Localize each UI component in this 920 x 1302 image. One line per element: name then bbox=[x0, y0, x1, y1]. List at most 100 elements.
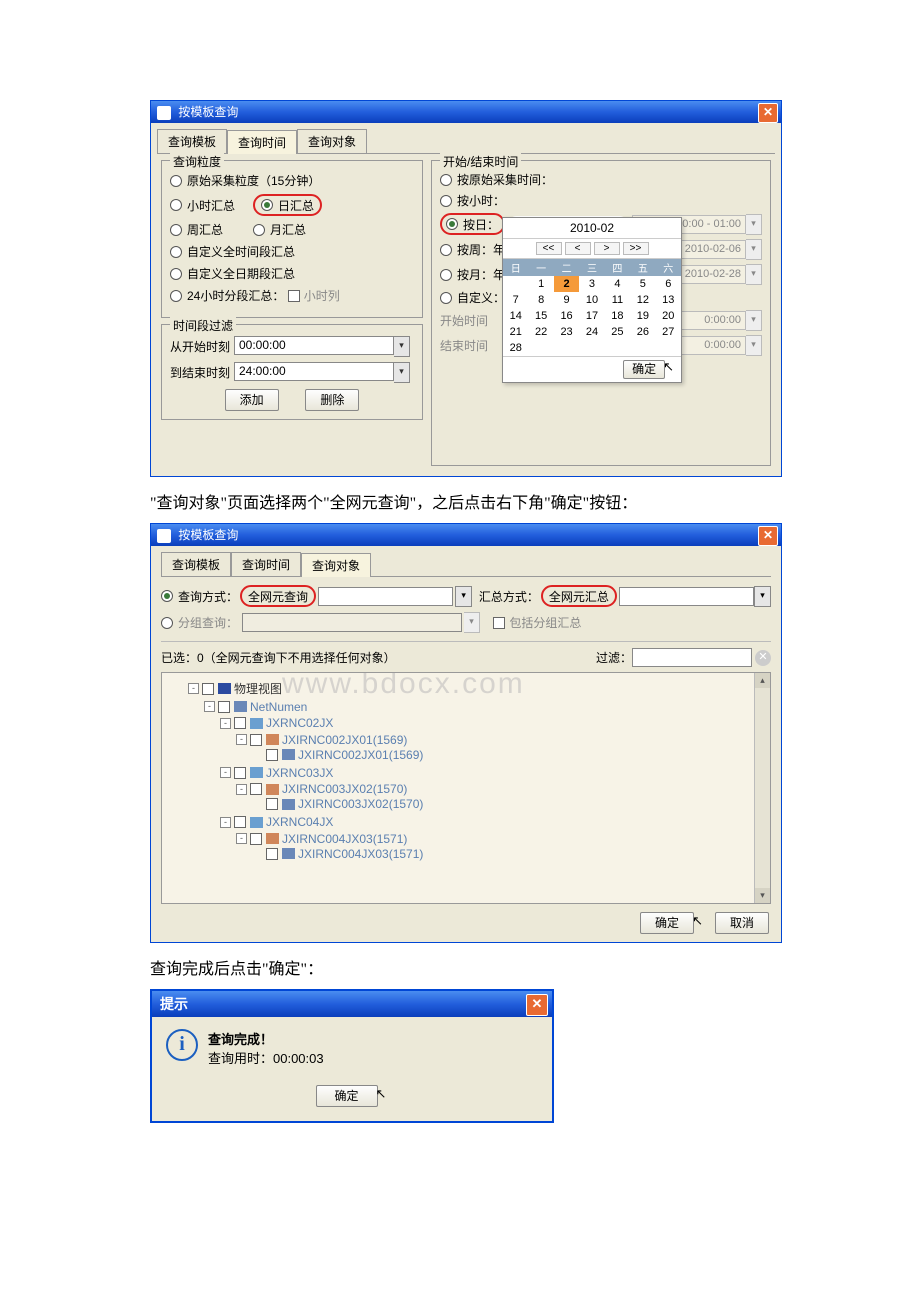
radio-by-hour[interactable] bbox=[440, 195, 452, 207]
tree-checkbox[interactable] bbox=[250, 783, 262, 795]
tree-checkbox[interactable] bbox=[234, 717, 246, 729]
calendar-next-button[interactable]: > bbox=[594, 242, 620, 255]
calendar-day-cell[interactable]: 20 bbox=[656, 308, 681, 324]
radio-custom[interactable] bbox=[440, 292, 452, 304]
calendar-last-button[interactable]: >> bbox=[623, 242, 649, 255]
tree-checkbox[interactable] bbox=[202, 683, 214, 695]
tree-node[interactable]: JXIRNC004JX03(1571) bbox=[298, 847, 423, 861]
calendar-day-cell[interactable]: 23 bbox=[554, 324, 579, 340]
to-dropdown-icon[interactable]: ▾ bbox=[394, 362, 410, 383]
calendar-day-cell[interactable]: 11 bbox=[605, 292, 630, 308]
calendar-day-cell[interactable]: 18 bbox=[605, 308, 630, 324]
calendar-prev-button[interactable]: < bbox=[565, 242, 591, 255]
filter-clear-icon[interactable]: ✕ bbox=[755, 650, 771, 666]
from-input[interactable]: 00:00:00 bbox=[234, 336, 394, 355]
tree-node[interactable]: JXIRNC002JX01(1569) bbox=[282, 733, 407, 747]
calendar-day-cell[interactable]: 25 bbox=[605, 324, 630, 340]
end-time-dropdown-icon[interactable]: ▾ bbox=[746, 335, 762, 356]
delete-button[interactable]: 删除 bbox=[305, 389, 359, 411]
from-dropdown-icon[interactable]: ▾ bbox=[394, 336, 410, 357]
calendar-day-cell[interactable]: 9 bbox=[554, 292, 579, 308]
tree-toggle-icon[interactable]: - bbox=[220, 817, 231, 828]
close-icon[interactable]: ✕ bbox=[758, 526, 778, 546]
radio-day[interactable] bbox=[261, 199, 273, 211]
tree-checkbox[interactable] bbox=[266, 848, 278, 860]
tree-node[interactable]: JXIRNC002JX01(1569) bbox=[298, 748, 423, 762]
calendar-day-cell[interactable]: 4 bbox=[605, 276, 630, 292]
tree-node-rnc02[interactable]: JXRNC02JX bbox=[266, 716, 333, 730]
tree-toggle-icon[interactable]: - bbox=[236, 784, 247, 795]
ok-button[interactable]: 确定 bbox=[640, 912, 694, 934]
calendar-day-cell[interactable]: 24 bbox=[579, 324, 604, 340]
query-mode-dropdown-icon[interactable]: ▾ bbox=[455, 586, 472, 607]
calendar-day-cell[interactable]: 2 bbox=[554, 276, 579, 292]
tree-node-netnumen[interactable]: NetNumen bbox=[250, 700, 307, 714]
radio-by-week[interactable] bbox=[440, 244, 452, 256]
calendar-day-cell[interactable]: 26 bbox=[630, 324, 655, 340]
tree-toggle-icon[interactable]: - bbox=[236, 833, 247, 844]
ok-button[interactable]: 确定 bbox=[316, 1085, 378, 1107]
tree-toggle-icon[interactable]: - bbox=[236, 734, 247, 745]
radio-month[interactable] bbox=[253, 224, 265, 236]
tab-object[interactable]: 查询对象 bbox=[301, 553, 371, 577]
radio-24h[interactable] bbox=[170, 290, 182, 302]
calendar-day-cell[interactable]: 7 bbox=[503, 292, 528, 308]
checkbox-include-group[interactable] bbox=[493, 617, 505, 629]
radio-by-raw[interactable] bbox=[440, 174, 452, 186]
filter-input[interactable] bbox=[632, 648, 752, 667]
tree-toggle-icon[interactable]: - bbox=[220, 718, 231, 729]
tree-node-root[interactable]: 物理视图 bbox=[234, 680, 282, 697]
checkbox-hour-column[interactable] bbox=[288, 290, 300, 302]
by-week-dropdown-icon[interactable]: ▾ bbox=[746, 239, 762, 260]
tree-toggle-icon[interactable]: - bbox=[188, 683, 199, 694]
scroll-up-icon[interactable]: ▴ bbox=[755, 673, 770, 688]
tree-checkbox[interactable] bbox=[234, 767, 246, 779]
tree-node-rnc03[interactable]: JXRNC03JX bbox=[266, 766, 333, 780]
tree-toggle-icon[interactable]: - bbox=[204, 701, 215, 712]
calendar-day-cell[interactable]: 15 bbox=[528, 308, 553, 324]
radio-query-mode[interactable] bbox=[161, 590, 173, 602]
tree-node[interactable]: JXIRNC003JX02(1570) bbox=[282, 782, 407, 796]
tree-node[interactable]: JXIRNC004JX03(1571) bbox=[282, 832, 407, 846]
tree-checkbox[interactable] bbox=[266, 798, 278, 810]
radio-week[interactable] bbox=[170, 224, 182, 236]
calendar-day-cell[interactable]: 12 bbox=[630, 292, 655, 308]
calendar-first-button[interactable]: << bbox=[536, 242, 562, 255]
tree-toggle-icon[interactable]: - bbox=[220, 767, 231, 778]
calendar-day-cell[interactable]: 19 bbox=[630, 308, 655, 324]
by-month-dropdown-icon[interactable]: ▾ bbox=[746, 264, 762, 285]
scroll-down-icon[interactable]: ▾ bbox=[755, 888, 770, 903]
to-input[interactable]: 24:00:00 bbox=[234, 362, 394, 381]
calendar-day-cell[interactable]: 6 bbox=[656, 276, 681, 292]
close-icon[interactable]: ✕ bbox=[758, 103, 778, 123]
tree-checkbox[interactable] bbox=[218, 701, 230, 713]
tree-checkbox[interactable] bbox=[234, 816, 246, 828]
calendar-day-cell[interactable]: 27 bbox=[656, 324, 681, 340]
calendar-ok-button[interactable]: 确定 bbox=[623, 360, 665, 379]
radio-cust-alldate[interactable] bbox=[170, 268, 182, 280]
start-time-dropdown-icon[interactable]: ▾ bbox=[746, 310, 762, 331]
cancel-button[interactable]: 取消 bbox=[715, 912, 769, 934]
tree-checkbox[interactable] bbox=[266, 749, 278, 761]
query-mode-select[interactable] bbox=[318, 587, 453, 606]
calendar-day-cell[interactable]: 28 bbox=[503, 340, 528, 356]
scrollbar[interactable]: ▴▾ bbox=[754, 673, 770, 903]
calendar-day-cell[interactable]: 21 bbox=[503, 324, 528, 340]
calendar-day-cell[interactable]: 16 bbox=[554, 308, 579, 324]
tab-time[interactable]: 查询时间 bbox=[231, 552, 301, 576]
radio-group-query[interactable] bbox=[161, 617, 173, 629]
calendar-day-cell[interactable]: 14 bbox=[503, 308, 528, 324]
calendar-day-cell[interactable]: 22 bbox=[528, 324, 553, 340]
calendar-day-cell[interactable]: 10 bbox=[579, 292, 604, 308]
calendar-day-cell[interactable]: 8 bbox=[528, 292, 553, 308]
add-button[interactable]: 添加 bbox=[225, 389, 279, 411]
tree-node[interactable]: JXIRNC003JX02(1570) bbox=[298, 797, 423, 811]
radio-cust-alltime[interactable] bbox=[170, 246, 182, 258]
agg-mode-select[interactable] bbox=[619, 587, 754, 606]
calendar-day-cell[interactable]: 1 bbox=[528, 276, 553, 292]
calendar-day-cell[interactable]: 17 bbox=[579, 308, 604, 324]
tree-checkbox[interactable] bbox=[250, 734, 262, 746]
tab-time[interactable]: 查询时间 bbox=[227, 130, 297, 154]
calendar-day-cell[interactable]: 13 bbox=[656, 292, 681, 308]
calendar-day-cell[interactable]: 3 bbox=[579, 276, 604, 292]
